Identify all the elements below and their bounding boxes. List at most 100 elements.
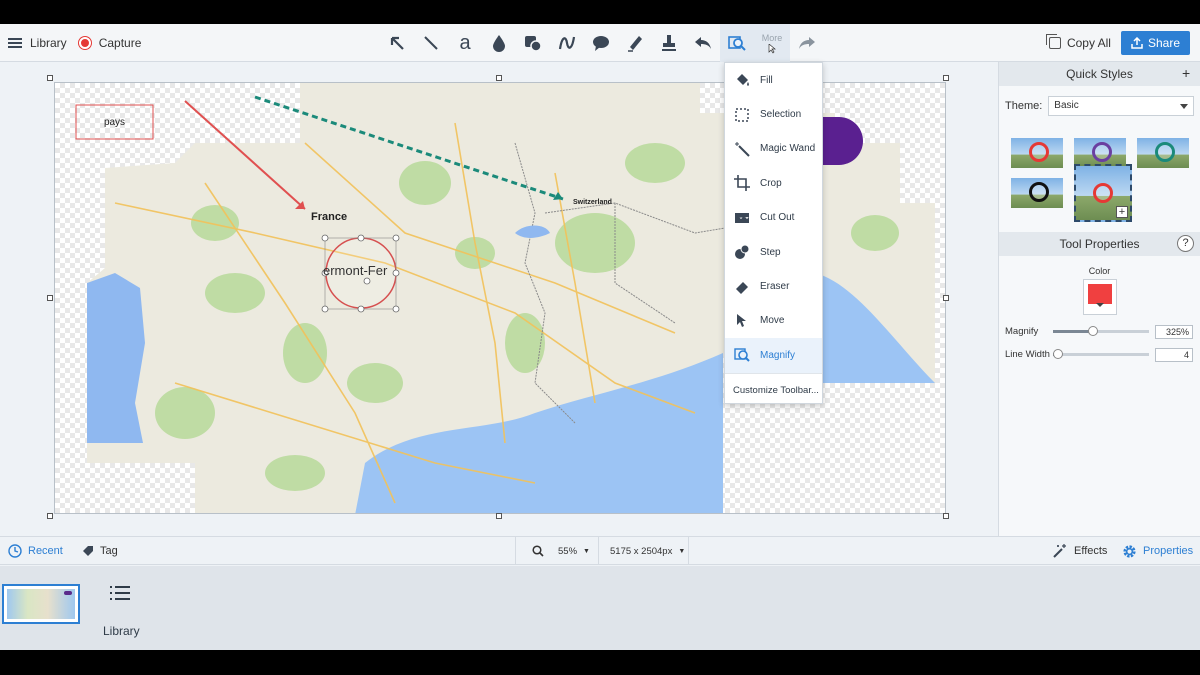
resize-handle[interactable] [496, 513, 502, 519]
menu-item-label: Magic Wand [760, 143, 816, 155]
help-icon[interactable]: ? [1177, 235, 1194, 252]
cursor-icon [768, 43, 776, 54]
magnify-value[interactable]: 325% [1155, 324, 1193, 339]
add-style-icon[interactable]: + [1182, 66, 1194, 80]
resize-handle[interactable] [47, 75, 53, 81]
resize-handle[interactable] [47, 513, 53, 519]
magnify-slider[interactable] [1053, 326, 1149, 336]
copy-all-label: Copy All [1066, 36, 1111, 50]
quick-styles-header: Quick Styles + [999, 62, 1200, 86]
menu-item-label: Magnify [760, 349, 796, 361]
arrow-tool[interactable] [380, 24, 414, 62]
properties-button[interactable]: Properties [1122, 537, 1193, 565]
resize-handle[interactable] [496, 75, 502, 81]
resize-handle[interactable] [943, 75, 949, 81]
menu-item-label: Selection [760, 109, 802, 121]
curve-icon [558, 36, 576, 50]
menu-icon[interactable] [8, 38, 22, 48]
share-icon [1131, 37, 1143, 49]
menu-item-step[interactable]: Step [725, 235, 822, 269]
speech-tool[interactable] [584, 24, 618, 62]
menu-item-label: Eraser [760, 281, 790, 293]
slider-knob[interactable] [1088, 326, 1099, 336]
menu-item-move[interactable]: Move [725, 304, 822, 338]
menu-item-magnify[interactable]: Magnify [725, 338, 822, 373]
style-ring [1155, 142, 1175, 162]
tray-library-label[interactable]: Library [103, 624, 140, 638]
menu-item-magic-wand[interactable]: Magic Wand [725, 132, 822, 166]
color-picker[interactable] [1082, 279, 1117, 315]
pays-label[interactable]: pays [76, 105, 153, 139]
line-width-value[interactable]: 4 [1155, 347, 1193, 362]
thumbnail-image [7, 589, 75, 619]
capture-record-icon[interactable] [78, 37, 91, 49]
magnify-row: Magnify 325% [999, 320, 1200, 343]
effects-label: Effects [1074, 545, 1108, 557]
redo-tool[interactable] [790, 24, 824, 62]
magnify-tool[interactable] [720, 24, 754, 62]
arrow-icon [390, 36, 404, 50]
zoom-search-button[interactable] [532, 537, 544, 565]
menu-item-fill[interactable]: Fill [725, 63, 822, 97]
slider-fill [1053, 330, 1094, 333]
pen-tool[interactable] [550, 24, 584, 62]
add-icon[interactable]: + [1116, 206, 1128, 218]
capture-button[interactable]: Capture [99, 36, 142, 50]
line-tool[interactable] [414, 24, 448, 62]
zoom-select[interactable]: 55% ▼ [558, 537, 590, 565]
capture-thumbnail[interactable] [2, 584, 80, 624]
slider-knob[interactable] [1052, 349, 1063, 359]
resize-handle[interactable] [943, 295, 949, 301]
menu-item-eraser[interactable]: Eraser [725, 269, 822, 303]
callout-tool[interactable] [482, 24, 516, 62]
undo-tool[interactable] [686, 24, 720, 62]
menu-item-cut-out[interactable]: Cut Out [725, 201, 822, 235]
resize-handle[interactable] [47, 295, 53, 301]
clermont-label: ermont-Fer [323, 263, 388, 278]
library-link[interactable]: Library [30, 36, 67, 50]
quick-style-swatch-selected[interactable]: + [1074, 164, 1132, 222]
more-menu: Fill Selection Magic Wand Crop Cut Out S… [724, 62, 823, 404]
selection-icon [734, 107, 750, 123]
shape-icon [525, 36, 542, 52]
theme-select[interactable]: Basic [1048, 96, 1194, 116]
share-button[interactable]: Share [1120, 31, 1190, 55]
magnify-icon [734, 347, 750, 363]
quick-style-swatch[interactable] [1137, 138, 1189, 168]
canvas-area[interactable]: pays France Switzerland ermont-Fer [0, 62, 998, 538]
toolbar: Library Capture a More Copy All Share [0, 24, 1200, 62]
properties-label: Properties [1143, 545, 1194, 557]
step-icon [734, 244, 750, 260]
tool-strip: a More [380, 24, 824, 62]
highlighter-tool[interactable] [618, 24, 652, 62]
zoom-value: 55% [558, 545, 578, 557]
quick-styles-grid: + [999, 116, 1200, 222]
dimensions-select[interactable]: 5175 x 2504px ▼ [610, 537, 685, 565]
line-width-slider[interactable] [1052, 349, 1149, 359]
highlighter-icon [628, 36, 642, 52]
effects-button[interactable]: Effects [1052, 537, 1107, 565]
tag-button[interactable]: Tag [82, 537, 118, 565]
library-list-icon[interactable] [110, 586, 130, 604]
text-tool[interactable]: a [448, 24, 482, 62]
fill-bucket-icon [734, 72, 750, 88]
quick-style-swatch[interactable] [1011, 138, 1063, 168]
color-label: Color [1088, 266, 1111, 276]
resize-handle[interactable] [943, 513, 949, 519]
stamp-tool[interactable] [652, 24, 686, 62]
right-panel: Quick Styles + Theme: Basic + Tool Prope… [998, 62, 1200, 538]
copy-all-button[interactable]: Copy All [1045, 34, 1111, 50]
tool-properties-title: Tool Properties [1059, 237, 1140, 251]
recent-button[interactable]: Recent [8, 537, 63, 565]
shape-tool[interactable] [516, 24, 550, 62]
tag-icon [83, 546, 93, 556]
divider [688, 537, 689, 565]
quick-style-swatch[interactable] [1011, 178, 1063, 208]
menu-item-crop[interactable]: Crop [725, 166, 822, 200]
copy-icon [1045, 34, 1061, 49]
customize-toolbar-item[interactable]: Customize Toolbar... [725, 372, 822, 407]
more-button[interactable]: More [754, 24, 790, 62]
menu-item-selection[interactable]: Selection [725, 97, 822, 131]
france-label: France [311, 211, 348, 223]
bottom-bar: Recent Tag 55% ▼ 5175 x 2504px ▼ Effects… [0, 536, 1200, 565]
